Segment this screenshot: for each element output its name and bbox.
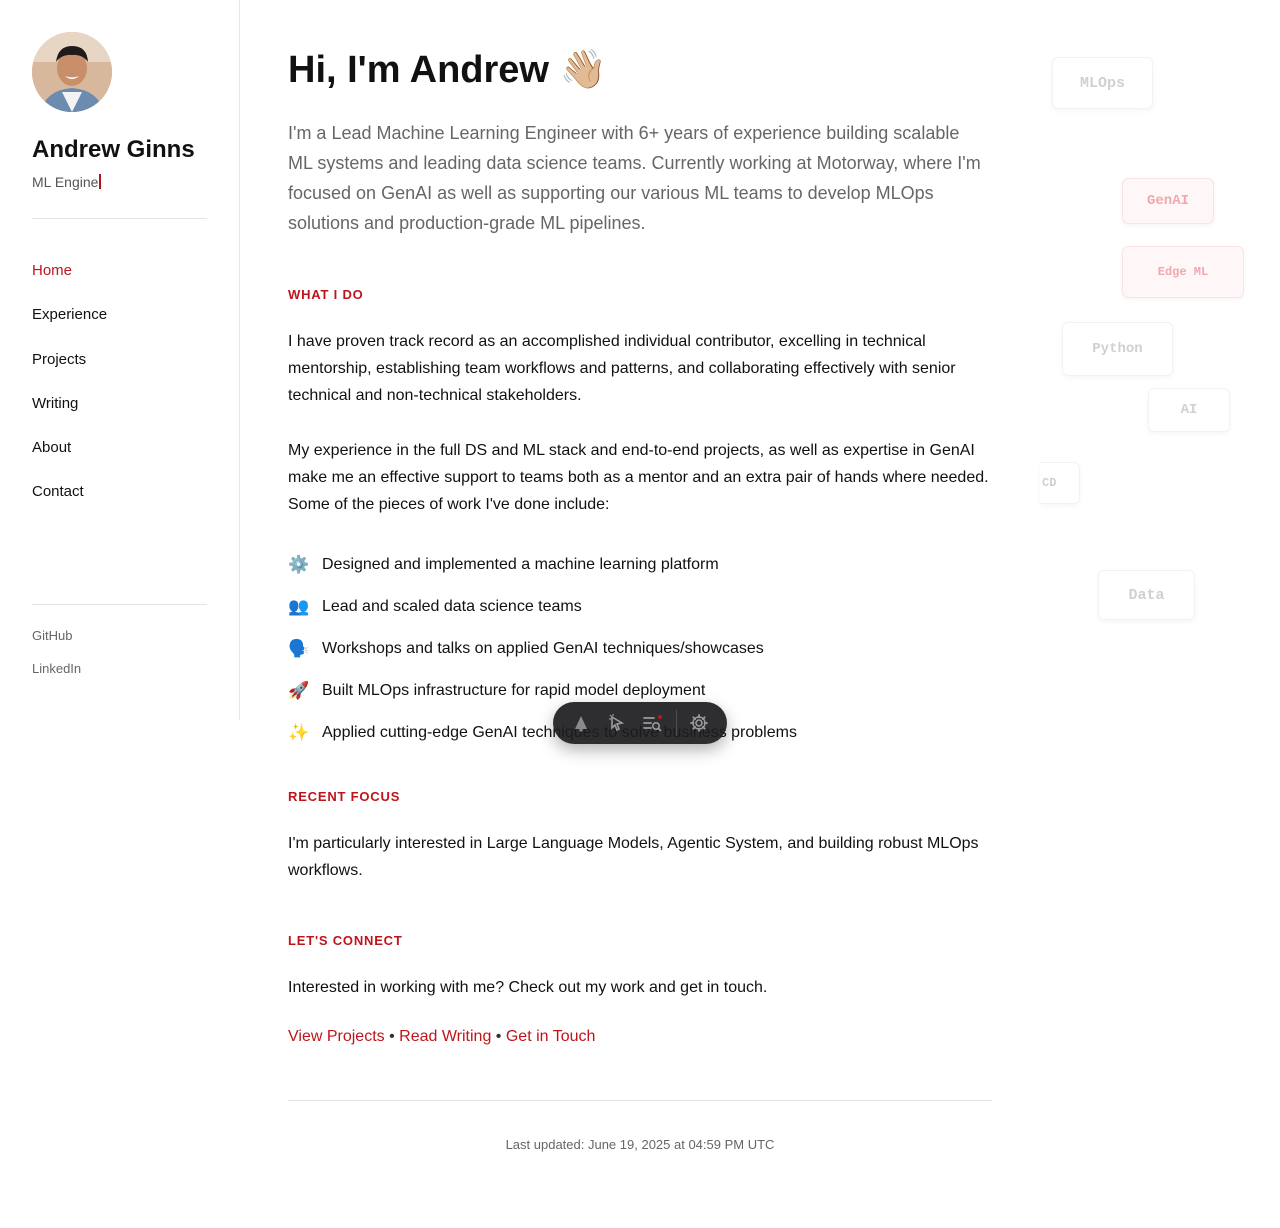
gear-emoji-icon: ⚙️ (288, 555, 310, 574)
last-updated: Last updated: June 19, 2025 at 04:59 PM … (505, 1137, 775, 1152)
floating-tag-ai: AI (1148, 388, 1230, 432)
list-search-icon[interactable] (639, 709, 667, 737)
recent-focus-paragraph: I'm particularly interested in Large Lan… (288, 835, 979, 879)
section-title-what-i-do: WHAT I DO (288, 287, 364, 302)
toolbar-divider (675, 710, 677, 736)
page-title: Hi, I'm Andrew 👋🏼 (288, 49, 607, 91)
list-item-text: Built MLOps infrastructure for rapid mod… (322, 682, 706, 699)
list-item-text: Workshops and talks on applied GenAI tec… (322, 640, 764, 657)
avatar (32, 32, 112, 112)
get-in-touch-link[interactable]: Get in Touch (506, 1028, 596, 1045)
profile-role: ML Engine (32, 174, 102, 190)
footer-divider (288, 1100, 992, 1101)
github-link[interactable]: GitHub (32, 628, 81, 661)
floating-tag-genai: GenAI (1122, 178, 1214, 224)
sidebar: Andrew Ginns ML Engine Home Experience P… (0, 0, 240, 720)
list-item: 👥 Lead and scaled data science teams (288, 586, 992, 628)
overlay-toolbar (553, 702, 727, 744)
list-item: ⚙️ Designed and implemented a machine le… (288, 544, 992, 586)
read-writing-link[interactable]: Read Writing (399, 1028, 491, 1045)
gear-icon[interactable] (685, 709, 713, 737)
view-projects-link[interactable]: View Projects (288, 1028, 385, 1045)
profile-name: Andrew Ginns (32, 136, 195, 163)
list-item: 🗣️ Workshops and talks on applied GenAI … (288, 628, 992, 670)
rocket-emoji-icon: 🚀 (288, 681, 310, 700)
people-emoji-icon: 👥 (288, 597, 310, 616)
link-separator: • (495, 1028, 502, 1045)
floating-tag-python: Python (1062, 322, 1173, 376)
sparkles-emoji-icon: ✨ (288, 723, 310, 742)
list-item-text: Designed and implemented a machine learn… (322, 556, 719, 573)
nav-experience[interactable]: Experience (32, 306, 107, 350)
floating-tag-data: Data (1098, 570, 1195, 620)
floating-tag-edge-ml: Edge ML (1122, 246, 1244, 298)
sidebar-divider-bottom (32, 604, 207, 605)
notification-icon[interactable] (567, 709, 595, 737)
list-item-text: Lead and scaled data science teams (322, 598, 582, 615)
typing-caret (99, 174, 102, 189)
social-links: GitHub LinkedIn (32, 628, 81, 694)
nav-writing[interactable]: Writing (32, 395, 107, 439)
nav-home[interactable]: Home (32, 262, 107, 306)
floating-tag-mlops: MLOps (1052, 57, 1153, 109)
section-title-recent-focus: RECENT FOCUS (288, 789, 401, 804)
role-typed-text: ML Engine (32, 174, 99, 190)
link-separator: • (389, 1028, 395, 1045)
floating-tag-cd: CD (1040, 462, 1080, 504)
sidebar-nav: Home Experience Projects Writing About C… (32, 262, 107, 528)
section-title-connect: LET'S CONNECT (288, 933, 403, 948)
intro-paragraph: I'm a Lead Machine Learning Engineer wit… (288, 123, 981, 233)
nav-about[interactable]: About (32, 439, 107, 483)
connect-links: View Projects • Read Writing • Get in To… (288, 1028, 595, 1046)
speaking-head-emoji-icon: 🗣️ (288, 639, 310, 658)
connect-paragraph: Interested in working with me? Check out… (288, 979, 768, 996)
what-i-do-paragraph-1: I have proven track record as an accompl… (288, 333, 956, 404)
nav-contact[interactable]: Contact (32, 483, 107, 527)
what-i-do-paragraph-2: My experience in the full DS and ML stac… (288, 442, 989, 513)
cursor-select-icon[interactable] (603, 709, 631, 737)
linkedin-link[interactable]: LinkedIn (32, 661, 81, 694)
sidebar-divider (32, 218, 207, 219)
nav-projects[interactable]: Projects (32, 351, 107, 395)
